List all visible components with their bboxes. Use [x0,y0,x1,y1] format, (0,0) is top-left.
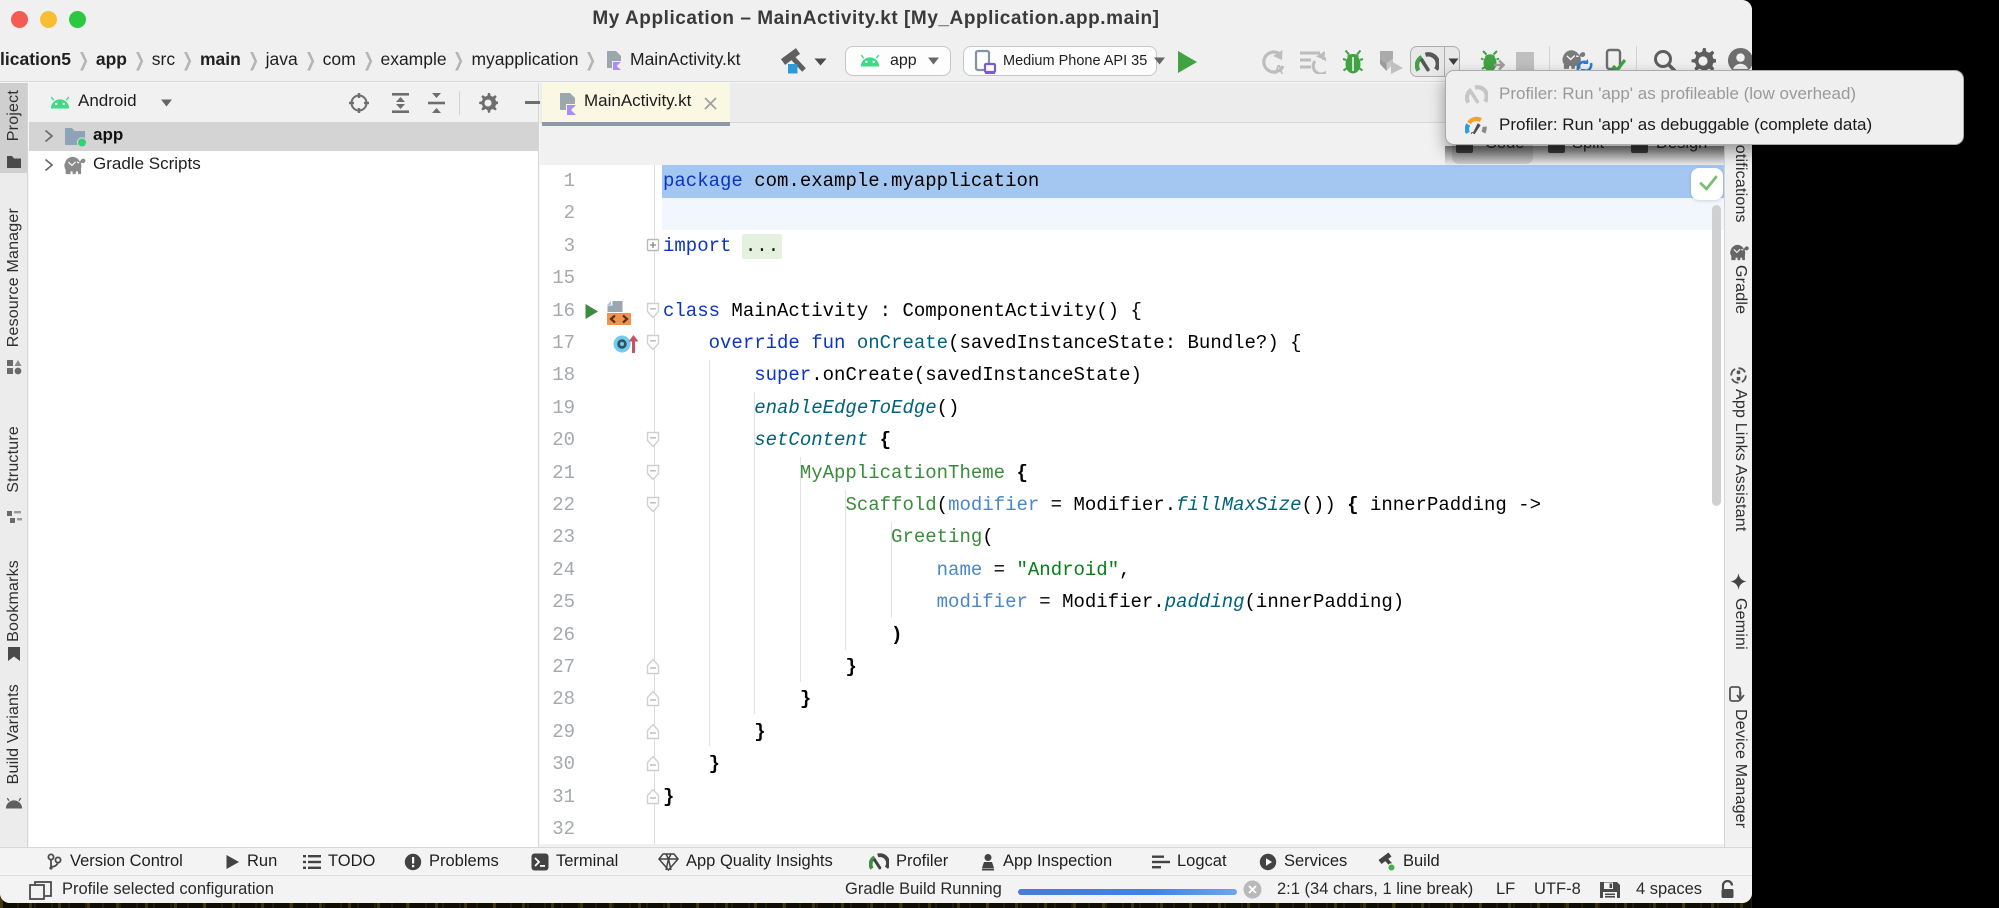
svg-text:A: A [1274,62,1284,75]
